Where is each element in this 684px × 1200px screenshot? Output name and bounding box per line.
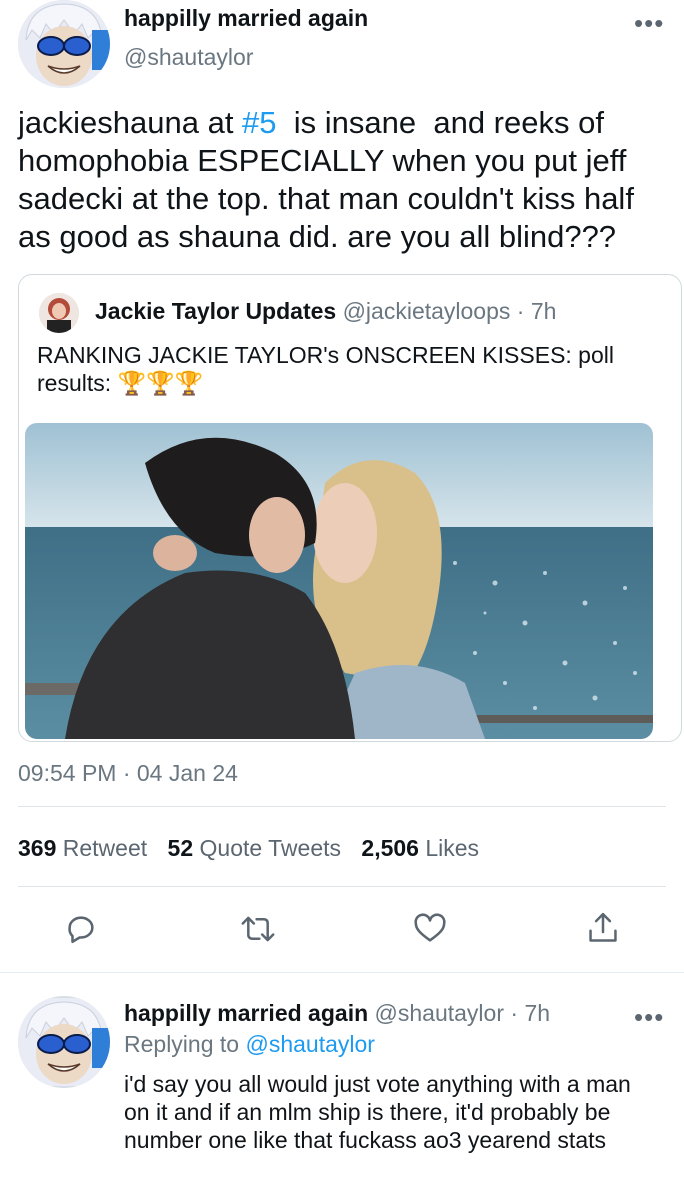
likes-label: Likes xyxy=(425,835,480,861)
retweet-icon[interactable] xyxy=(240,912,276,946)
quoted-handle[interactable]: @jackietayloops xyxy=(343,298,511,324)
quoted-avatar-illustration xyxy=(39,293,79,333)
kiss-scene-illustration xyxy=(25,423,653,739)
replying-to-line: Replying to @shautaylor xyxy=(124,1031,375,1058)
quote-stat[interactable]: 52 Quote Tweets xyxy=(168,835,348,861)
retweet-label: Retweet xyxy=(62,835,148,861)
tweet-timestamp[interactable]: 09:54 PM · 04 Jan 24 xyxy=(18,760,238,787)
share-icon[interactable] xyxy=(586,910,620,946)
heart-icon[interactable] xyxy=(412,912,448,946)
avatar-illustration xyxy=(18,0,110,88)
author-avatar[interactable] xyxy=(18,0,110,88)
divider-bottom xyxy=(18,886,666,887)
divider-thread xyxy=(0,972,684,973)
quoted-header: Jackie Taylor Updates @jackietayloops · … xyxy=(95,298,556,325)
reply-avatar-illustration xyxy=(18,998,110,1086)
tweet-text-before: jackieshauna at xyxy=(18,105,243,140)
retweet-count: 369 xyxy=(18,835,57,861)
stats-row: 369 Retweet 52 Quote Tweets 2,506 Likes xyxy=(18,835,479,862)
reply-header: happilly married again @shautaylor · 7h xyxy=(124,1000,550,1027)
quoted-text: RANKING JACKIE TAYLOR's ONSCREEN KISSES:… xyxy=(37,341,637,397)
reply-author-avatar[interactable] xyxy=(18,996,110,1088)
reply-age: · 7h xyxy=(510,1000,551,1026)
reply-display-name[interactable]: happilly married again xyxy=(124,1000,368,1026)
quoted-tweet-card[interactable]: Jackie Taylor Updates @jackietayloops · … xyxy=(18,274,682,742)
reply-text: i'd say you all would just vote anything… xyxy=(124,1071,631,1153)
reply-more-options-icon[interactable]: ••• xyxy=(634,1004,664,1030)
quoted-age: · 7h xyxy=(516,298,557,324)
quoted-display-name[interactable]: Jackie Taylor Updates xyxy=(95,298,336,324)
replying-to-label: Replying to xyxy=(124,1031,240,1057)
quote-label: Quote Tweets xyxy=(199,835,342,861)
likes-count: 2,506 xyxy=(361,835,419,861)
trophy-emoji: 🏆🏆🏆 xyxy=(117,370,204,396)
replying-to-handle[interactable]: @shautaylor xyxy=(245,1031,374,1057)
quote-count: 52 xyxy=(167,835,194,861)
author-handle[interactable]: @shautaylor xyxy=(124,44,253,71)
likes-stat[interactable]: 2,506 Likes xyxy=(361,835,479,861)
hashtag-link[interactable]: #5 xyxy=(242,105,276,140)
quoted-author-avatar xyxy=(39,293,79,333)
divider-top xyxy=(18,806,666,807)
more-options-icon[interactable]: ••• xyxy=(634,10,664,36)
retweet-stat[interactable]: 369 Retweet xyxy=(18,835,154,861)
quoted-media-image[interactable] xyxy=(25,423,653,739)
tweet-text: jackieshauna at #5 is insane and reeks o… xyxy=(18,104,668,256)
reply-handle[interactable]: @shautaylor xyxy=(375,1000,504,1026)
author-display-name[interactable]: happilly married again xyxy=(124,5,368,32)
reply-icon[interactable] xyxy=(64,912,98,946)
